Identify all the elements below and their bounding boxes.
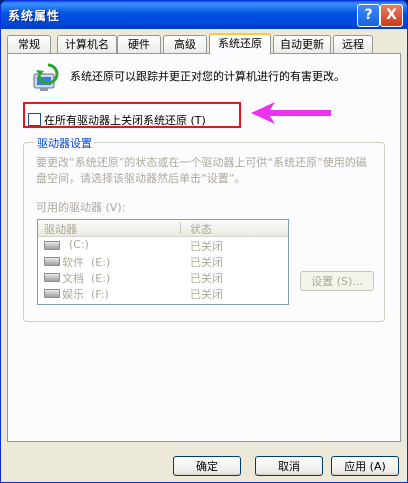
tab-advanced[interactable]: 高级 (163, 35, 207, 53)
system-restore-icon (33, 63, 59, 91)
column-header-drive[interactable]: 驱动器 (44, 221, 77, 237)
system-properties-window: 系统属性 ? X 常规 计算机名 硬件 高级 系统还原 自动更新 远程 系统还原… (0, 0, 408, 483)
tab-strip: 常规 计算机名 硬件 高级 系统还原 自动更新 远程 (7, 33, 403, 54)
cancel-button[interactable]: 取消 (255, 456, 323, 476)
drive-name: 软件 (E:) (62, 256, 111, 269)
drive-icon (44, 289, 60, 298)
drive-settings-description: 要更改“系统还原”的状态或在一个驱动器上可供“系统还原”使用的磁盘空间，请选择该… (36, 156, 367, 185)
tab-automatic-updates[interactable]: 自动更新 (273, 35, 331, 53)
column-divider[interactable] (180, 222, 181, 234)
drive-settings-legend: 驱动器设置 (35, 135, 94, 151)
drive-row[interactable]: 娱乐 (F:) 已关闭 (38, 285, 288, 301)
window-title: 系统属性 (8, 9, 61, 23)
disable-restore-checkbox-label[interactable]: 在所有驱动器上关闭系统还原 (T) (44, 112, 206, 128)
tab-hardware[interactable]: 硬件 (117, 35, 161, 53)
tab-remote[interactable]: 远程 (333, 35, 373, 53)
apply-button[interactable]: 应用 (A) (331, 456, 399, 476)
tab-system-restore[interactable]: 系统还原 (209, 33, 271, 54)
drive-row[interactable]: (C:) 已关闭 (38, 237, 288, 253)
disable-restore-checkbox[interactable] (28, 113, 41, 126)
panel-description: 系统还原可以跟踪并更正对您的计算机进行的有害更改。 (70, 70, 345, 83)
drive-list-header: 驱动器 状态 (38, 220, 288, 237)
settings-button[interactable]: 设置 (S)... (300, 271, 374, 291)
drive-name: (C:) (62, 238, 89, 251)
close-button[interactable]: X (380, 4, 403, 27)
annotation-arrow-icon (251, 102, 331, 124)
drive-status: 已关闭 (190, 272, 223, 285)
drive-status: 已关闭 (190, 240, 223, 253)
title-bar[interactable]: 系统属性 ? X (1, 1, 407, 29)
available-drives-label: 可用的驱动器 (V): (36, 201, 126, 214)
tab-computer-name[interactable]: 计算机名 (57, 35, 117, 53)
help-button[interactable]: ? (357, 4, 380, 27)
drive-status: 已关闭 (190, 256, 223, 269)
drive-status: 已关闭 (190, 288, 223, 301)
tab-general[interactable]: 常规 (7, 35, 51, 53)
drive-row[interactable]: 文档 (E:) 已关闭 (38, 269, 288, 285)
drive-row[interactable]: 软件 (E:) 已关闭 (38, 253, 288, 269)
drive-icon (44, 257, 60, 266)
drive-name: 文档 (E:) (62, 272, 111, 285)
column-header-status[interactable]: 状态 (190, 221, 212, 237)
drive-icon (44, 273, 60, 282)
drive-settings-group: 驱动器设置 要更改“系统还原”的状态或在一个驱动器上可供“系统还原”使用的磁盘空… (23, 135, 385, 322)
drive-name: 娱乐 (F:) (62, 288, 109, 301)
drive-list[interactable]: 驱动器 状态 (C:) 已关闭 软件 (E:) 已关闭 文档 (E:) 已关闭 … (37, 219, 289, 305)
system-restore-panel: 系统还原可以跟踪并更正对您的计算机进行的有害更改。 在所有驱动器上关闭系统还原 … (7, 53, 401, 442)
ok-button[interactable]: 确定 (173, 456, 241, 476)
drive-icon (44, 241, 60, 250)
